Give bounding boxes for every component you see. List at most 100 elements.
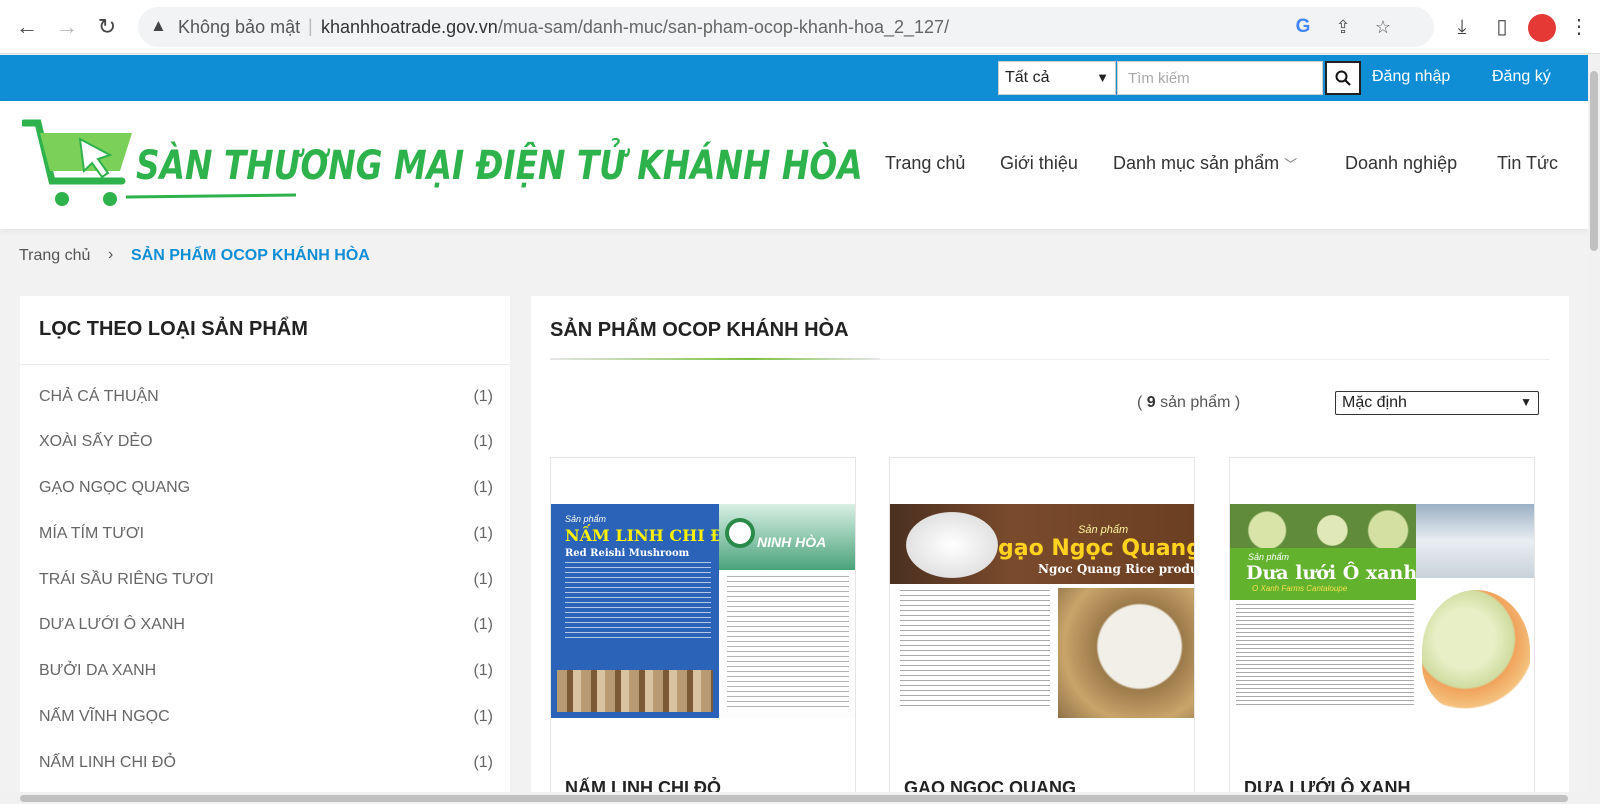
forward-icon[interactable]: → [52, 12, 82, 42]
horizontal-scroll-thumb[interactable] [20, 795, 1568, 802]
search-placeholder: Tìm kiếm [1128, 70, 1190, 87]
category-select[interactable]: Tất cả ▼ [998, 61, 1116, 95]
filter-item[interactable]: TRÁI SẦU RIÊNG TƯƠI (1) [39, 571, 493, 601]
address-bar[interactable]: ▲ Không bảo mật | khanhhoatrade.gov.vn/m… [138, 7, 1434, 47]
filter-item-count: (1) [473, 571, 493, 588]
address-separator: | [308, 16, 313, 36]
share-icon[interactable]: ⇪ [1330, 14, 1356, 40]
breadcrumb-home[interactable]: Trang chủ [19, 247, 90, 265]
cut-melon-photo [1422, 590, 1530, 712]
image-tag: Sản phẩm [1248, 552, 1290, 562]
image-text-block [900, 590, 1050, 708]
logo-text: SÀN THƯƠNG MẠI ĐIỆN TỬ KHÁNH HÒA [136, 143, 863, 189]
url-path: /mua-sam/danh-muc/san-pham-ocop-khanh-ho… [497, 17, 950, 37]
product-image[interactable]: Sản phẩm NẤM LINH CHI ĐỎ Red Reishi Mush… [551, 504, 855, 718]
product-panel: SẢN PHẨM OCOP KHÁNH HÒA ( 9 sản phẩm ) M… [531, 296, 1569, 802]
filter-item-label: XOÀI SẤY DẺO [39, 433, 153, 450]
filter-item-count: (1) [473, 433, 493, 450]
filter-item-count: (1) [473, 662, 493, 679]
filter-item-count: (1) [473, 616, 493, 633]
menu-about[interactable]: Giới thiệu [1000, 153, 1078, 174]
filter-sidebar: LỌC THEO LOẠI SẢN PHẨM CHẢ CÁ THUẬN (1) X… [20, 296, 510, 796]
site-logo[interactable]: SÀN THƯƠNG MẠI ĐIỆN TỬ KHÁNH HÒA [22, 119, 863, 211]
side-panel-icon[interactable]: ▯ [1487, 12, 1517, 42]
product-card[interactable]: Sản phẩm gạo Ngọc Quang Ngoc Quang Rice … [889, 457, 1195, 802]
horizontal-scrollbar[interactable] [0, 792, 1588, 804]
more-menu-icon[interactable]: ⋮ [1564, 12, 1594, 42]
download-icon[interactable]: ⤓ [1447, 12, 1477, 42]
site-header: SÀN THƯƠNG MẠI ĐIỆN TỬ KHÁNH HÒA Trang c… [0, 101, 1588, 229]
product-image[interactable]: Sản phẩm gạo Ngọc Quang Ngoc Quang Rice … [890, 504, 1194, 718]
search-button[interactable] [1325, 61, 1361, 95]
filter-item[interactable]: BƯỞI DA XANH (1) [39, 662, 493, 692]
browser-toolbar: ← → ↻ ▲ Không bảo mật | khanhhoatrade.go… [0, 0, 1600, 54]
brand-logo-text: NINH HÒA [757, 534, 827, 550]
reload-icon[interactable]: ↻ [92, 12, 122, 42]
product-count-open: ( [1137, 394, 1143, 411]
sort-select-value: Mặc định [1342, 394, 1407, 411]
profile-avatar[interactable] [1528, 14, 1556, 42]
filter-item[interactable]: GẠO NGỌC QUANG (1) [39, 479, 493, 509]
search-icon [1335, 70, 1351, 86]
image-tag: Sản phẩm [565, 514, 607, 524]
register-link[interactable]: Đăng ký [1492, 68, 1551, 86]
melon-vine-photo [1230, 504, 1416, 548]
product-count-suffix: sản phẩm ) [1160, 394, 1241, 411]
menu-news[interactable]: Tin Tức [1497, 153, 1558, 174]
product-count-number: 9 [1146, 394, 1156, 411]
bookmark-star-icon[interactable]: ☆ [1370, 14, 1396, 40]
product-card[interactable]: Sản phẩm Dưa lưới Ô xanh O Xanh Farms Ca… [1229, 457, 1535, 802]
filter-item-label: MÍA TÍM TƯƠI [39, 525, 145, 542]
filter-item-count: (1) [473, 708, 493, 725]
breadcrumb-current: SẢN PHẨM OCOP KHÁNH HÒA [131, 247, 370, 264]
filter-item-label: NẤM VĨNH NGỌC [39, 708, 170, 725]
filter-item[interactable]: NẤM LINH CHI ĐỎ (1) [39, 754, 493, 784]
menu-home[interactable]: Trang chủ [885, 153, 965, 174]
filter-item[interactable]: NẤM VĨNH NGỌC (1) [39, 708, 493, 738]
image-title: Dưa lưới Ô xanh [1246, 562, 1418, 584]
filter-item-label: GẠO NGỌC QUANG [39, 479, 191, 496]
product-image-panel: Sản phẩm NẤM LINH CHI ĐỎ Red Reishi Mush… [551, 504, 738, 718]
google-translate-icon[interactable]: G [1290, 14, 1316, 40]
mushroom-photo [557, 670, 713, 712]
warning-icon[interactable]: ▲ [150, 16, 167, 36]
search-input[interactable]: Tìm kiếm [1117, 61, 1323, 95]
brand-logo: NINH HÒA [719, 504, 855, 570]
filter-item-label: CHẢ CÁ THUẬN [39, 388, 159, 405]
rice-bowl-photo [906, 512, 998, 578]
image-subtitle: Red Reishi Mushroom [565, 548, 690, 559]
vertical-scrollbar[interactable] [1588, 55, 1600, 804]
logo-underline [126, 193, 296, 199]
sort-select[interactable]: Mặc định ▼ [1335, 391, 1539, 415]
sidebar-divider [20, 364, 510, 365]
url-text[interactable]: khanhhoatrade.gov.vn/mua-sam/danh-muc/sa… [321, 17, 949, 38]
back-icon[interactable]: ← [12, 12, 42, 42]
filter-item[interactable]: MÍA TÍM TƯƠI (1) [39, 525, 493, 555]
image-title: NẤM LINH CHI ĐỎ [565, 526, 739, 545]
image-title: gạo Ngọc Quang [998, 536, 1194, 561]
menu-businesses[interactable]: Doanh nghiệp [1345, 153, 1457, 174]
rice-banner: Sản phẩm gạo Ngọc Quang Ngoc Quang Rice … [890, 504, 1194, 584]
vertical-scroll-thumb[interactable] [1590, 71, 1598, 251]
filter-item[interactable]: XOÀI SẤY DẺO (1) [39, 433, 493, 463]
top-bar: Tất cả ▼ Tìm kiếm Đăng nhập Đăng ký [0, 55, 1588, 101]
category-select-value: Tất cả [1005, 69, 1050, 86]
menu-product-categories[interactable]: Danh mục sản phẩm ﹀ [1113, 153, 1297, 174]
filter-item[interactable]: DƯA LƯỚI Ô XANH (1) [39, 616, 493, 646]
filter-item-count: (1) [473, 754, 493, 771]
filter-item[interactable]: CHẢ CÁ THUẬN (1) [39, 388, 493, 418]
security-label[interactable]: Không bảo mật [178, 17, 300, 38]
brand-logo-mark [725, 518, 755, 548]
image-subtitle: O Xanh Farms Cantaloupe [1252, 584, 1348, 593]
image-text-block [565, 562, 711, 642]
filter-item-label: DƯA LƯỚI Ô XANH [39, 616, 185, 633]
shopping-cart-icon [22, 119, 132, 206]
breadcrumb-separator: › [108, 246, 114, 263]
filter-item-label: NẤM LINH CHI ĐỎ [39, 754, 176, 771]
greenhouse-photo [1416, 504, 1534, 578]
product-card[interactable]: Sản phẩm NẤM LINH CHI ĐỎ Red Reishi Mush… [550, 457, 856, 802]
filter-item-count: (1) [473, 388, 493, 405]
login-link[interactable]: Đăng nhập [1372, 68, 1450, 86]
sidebar-title: LỌC THEO LOẠI SẢN PHẨM [39, 318, 308, 340]
product-image[interactable]: Sản phẩm Dưa lưới Ô xanh O Xanh Farms Ca… [1230, 504, 1534, 718]
